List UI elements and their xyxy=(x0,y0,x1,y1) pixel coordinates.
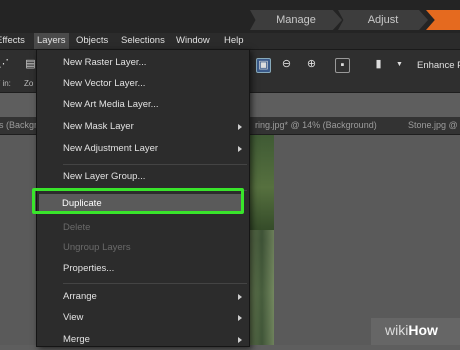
wikihow-watermark: wikiHow xyxy=(385,322,438,338)
menu-item-label: View xyxy=(63,312,84,323)
toolbar-partial-label: / in: xyxy=(0,79,11,88)
menu-item-label: Merge xyxy=(63,334,90,345)
menu-selections[interactable]: Selections xyxy=(121,33,165,49)
menu-item-delete: Delete xyxy=(63,222,91,233)
menu-item-label: New Adjustment Layer xyxy=(63,143,159,154)
menu-item-new-mask-layer[interactable]: New Mask Layer xyxy=(63,117,247,137)
clipboard-icon[interactable]: ▮ xyxy=(372,58,385,71)
menu-item-new-raster-layer[interactable]: New Raster Layer... xyxy=(63,53,146,73)
menu-window[interactable]: Window xyxy=(176,33,210,49)
tab-adjust[interactable]: Adjust xyxy=(338,10,428,30)
zoom-out-icon[interactable]: ⊖ xyxy=(280,58,293,71)
menu-item-new-layer-group[interactable]: New Layer Group... xyxy=(63,167,145,187)
menu-objects[interactable]: Objects xyxy=(76,33,108,49)
submenu-arrow-icon xyxy=(238,337,242,343)
tab-doc-middle[interactable]: ring.jpg* @ 14% (Background) xyxy=(255,117,377,134)
menu-item-label: New Mask Layer xyxy=(63,121,134,132)
menu-item-label: Arrange xyxy=(63,291,97,302)
watermark-how: How xyxy=(408,322,438,338)
menu-effects[interactable]: Effects xyxy=(0,33,25,49)
tab-doc-right[interactable]: Stone.jpg @ xyxy=(408,117,458,134)
menu-item-ungroup-layers: Ungroup Layers xyxy=(63,242,131,253)
share-icon[interactable]: ⋰ xyxy=(0,58,10,71)
menu-effects-label: ffects xyxy=(2,35,25,46)
tab-manage[interactable]: Manage xyxy=(250,10,342,30)
menu-item-new-adjustment-layer[interactable]: New Adjustment Layer xyxy=(63,139,247,159)
menu-item-new-art-media-layer[interactable]: New Art Media Layer... xyxy=(63,95,159,115)
menu-divider xyxy=(63,283,247,284)
submenu-arrow-icon xyxy=(238,294,242,300)
dropdown-caret-icon[interactable]: ▼ xyxy=(393,58,406,71)
menu-bar: Effects Layers Objects Selections Window… xyxy=(0,33,460,50)
submenu-arrow-icon xyxy=(238,315,242,321)
menu-item-merge[interactable]: Merge xyxy=(63,330,247,350)
highlight-box xyxy=(32,188,244,214)
menu-item-properties[interactable]: Properties... xyxy=(63,259,114,279)
submenu-arrow-icon xyxy=(238,146,242,152)
menu-divider xyxy=(63,164,247,165)
tab-doc-left[interactable]: s (Backgr xyxy=(0,117,37,134)
menu-item-new-vector-layer[interactable]: New Vector Layer... xyxy=(63,74,145,94)
zoom-fit-icon[interactable]: ▣ xyxy=(256,58,271,73)
enhance-photo-button[interactable]: Enhance P xyxy=(417,60,460,71)
submenu-arrow-icon xyxy=(238,124,242,130)
watermark-wiki: wiki xyxy=(385,322,409,338)
menu-item-view[interactable]: View xyxy=(63,308,247,328)
actual-size-icon[interactable]: ▪ xyxy=(335,58,350,73)
tab-edit[interactable] xyxy=(426,10,460,30)
menu-help[interactable]: Help xyxy=(224,33,244,49)
workspace-bar: Manage Adjust xyxy=(0,0,460,33)
menu-layers[interactable]: Layers xyxy=(34,33,69,49)
menu-item-arrange[interactable]: Arrange xyxy=(63,287,247,307)
zoom-partial-label: Zo xyxy=(24,79,34,88)
zoom-in-icon[interactable]: ⊕ xyxy=(305,58,318,71)
